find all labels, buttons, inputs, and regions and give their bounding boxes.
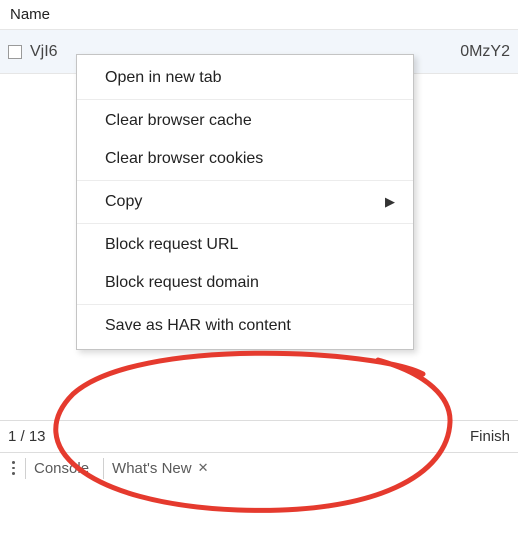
menu-item-label: Block request domain — [105, 274, 259, 292]
menu-divider — [77, 223, 413, 224]
menu-item-label: Clear browser cache — [105, 112, 252, 130]
tab-whats-new[interactable]: What's New ✕ — [103, 458, 216, 479]
menu-clear-cache[interactable]: Clear browser cache — [77, 102, 413, 140]
kebab-menu-icon[interactable] — [8, 461, 19, 475]
menu-copy[interactable]: Copy ▶ — [77, 183, 413, 221]
menu-save-as-har[interactable]: Save as HAR with content — [77, 307, 413, 345]
drawer-tabstrip: Console What's New ✕ — [0, 453, 518, 483]
tab-label: What's New — [112, 460, 192, 477]
menu-item-label: Open in new tab — [105, 69, 222, 87]
menu-open-new-tab[interactable]: Open in new tab — [77, 59, 413, 97]
column-header-label: Name — [10, 6, 50, 23]
request-filename-end: 0MzY2 — [460, 43, 510, 61]
menu-item-label: Clear browser cookies — [105, 150, 263, 168]
menu-divider — [77, 304, 413, 305]
column-header-name[interactable]: Name — [0, 0, 518, 30]
menu-block-request-domain[interactable]: Block request domain — [77, 264, 413, 302]
menu-item-label: Block request URL — [105, 236, 238, 254]
request-filename-start: VjI6 — [30, 43, 58, 61]
status-finish: Finish — [470, 428, 510, 445]
menu-clear-cookies[interactable]: Clear browser cookies — [77, 140, 413, 178]
submenu-arrow-icon: ▶ — [385, 194, 395, 210]
row-checkbox-icon[interactable] — [8, 45, 22, 59]
close-icon[interactable]: ✕ — [198, 460, 209, 476]
request-count: 1 / 13 — [8, 428, 46, 445]
tab-label: Console — [34, 460, 89, 477]
context-menu: Open in new tab Clear browser cache Clea… — [76, 54, 414, 350]
menu-item-label: Save as HAR with content — [105, 317, 291, 335]
menu-divider — [77, 99, 413, 100]
tab-console[interactable]: Console — [25, 458, 97, 479]
menu-item-label: Copy — [105, 193, 142, 211]
menu-divider — [77, 180, 413, 181]
menu-block-request-url[interactable]: Block request URL — [77, 226, 413, 264]
status-bar: 1 / 13 Finish — [0, 420, 518, 453]
